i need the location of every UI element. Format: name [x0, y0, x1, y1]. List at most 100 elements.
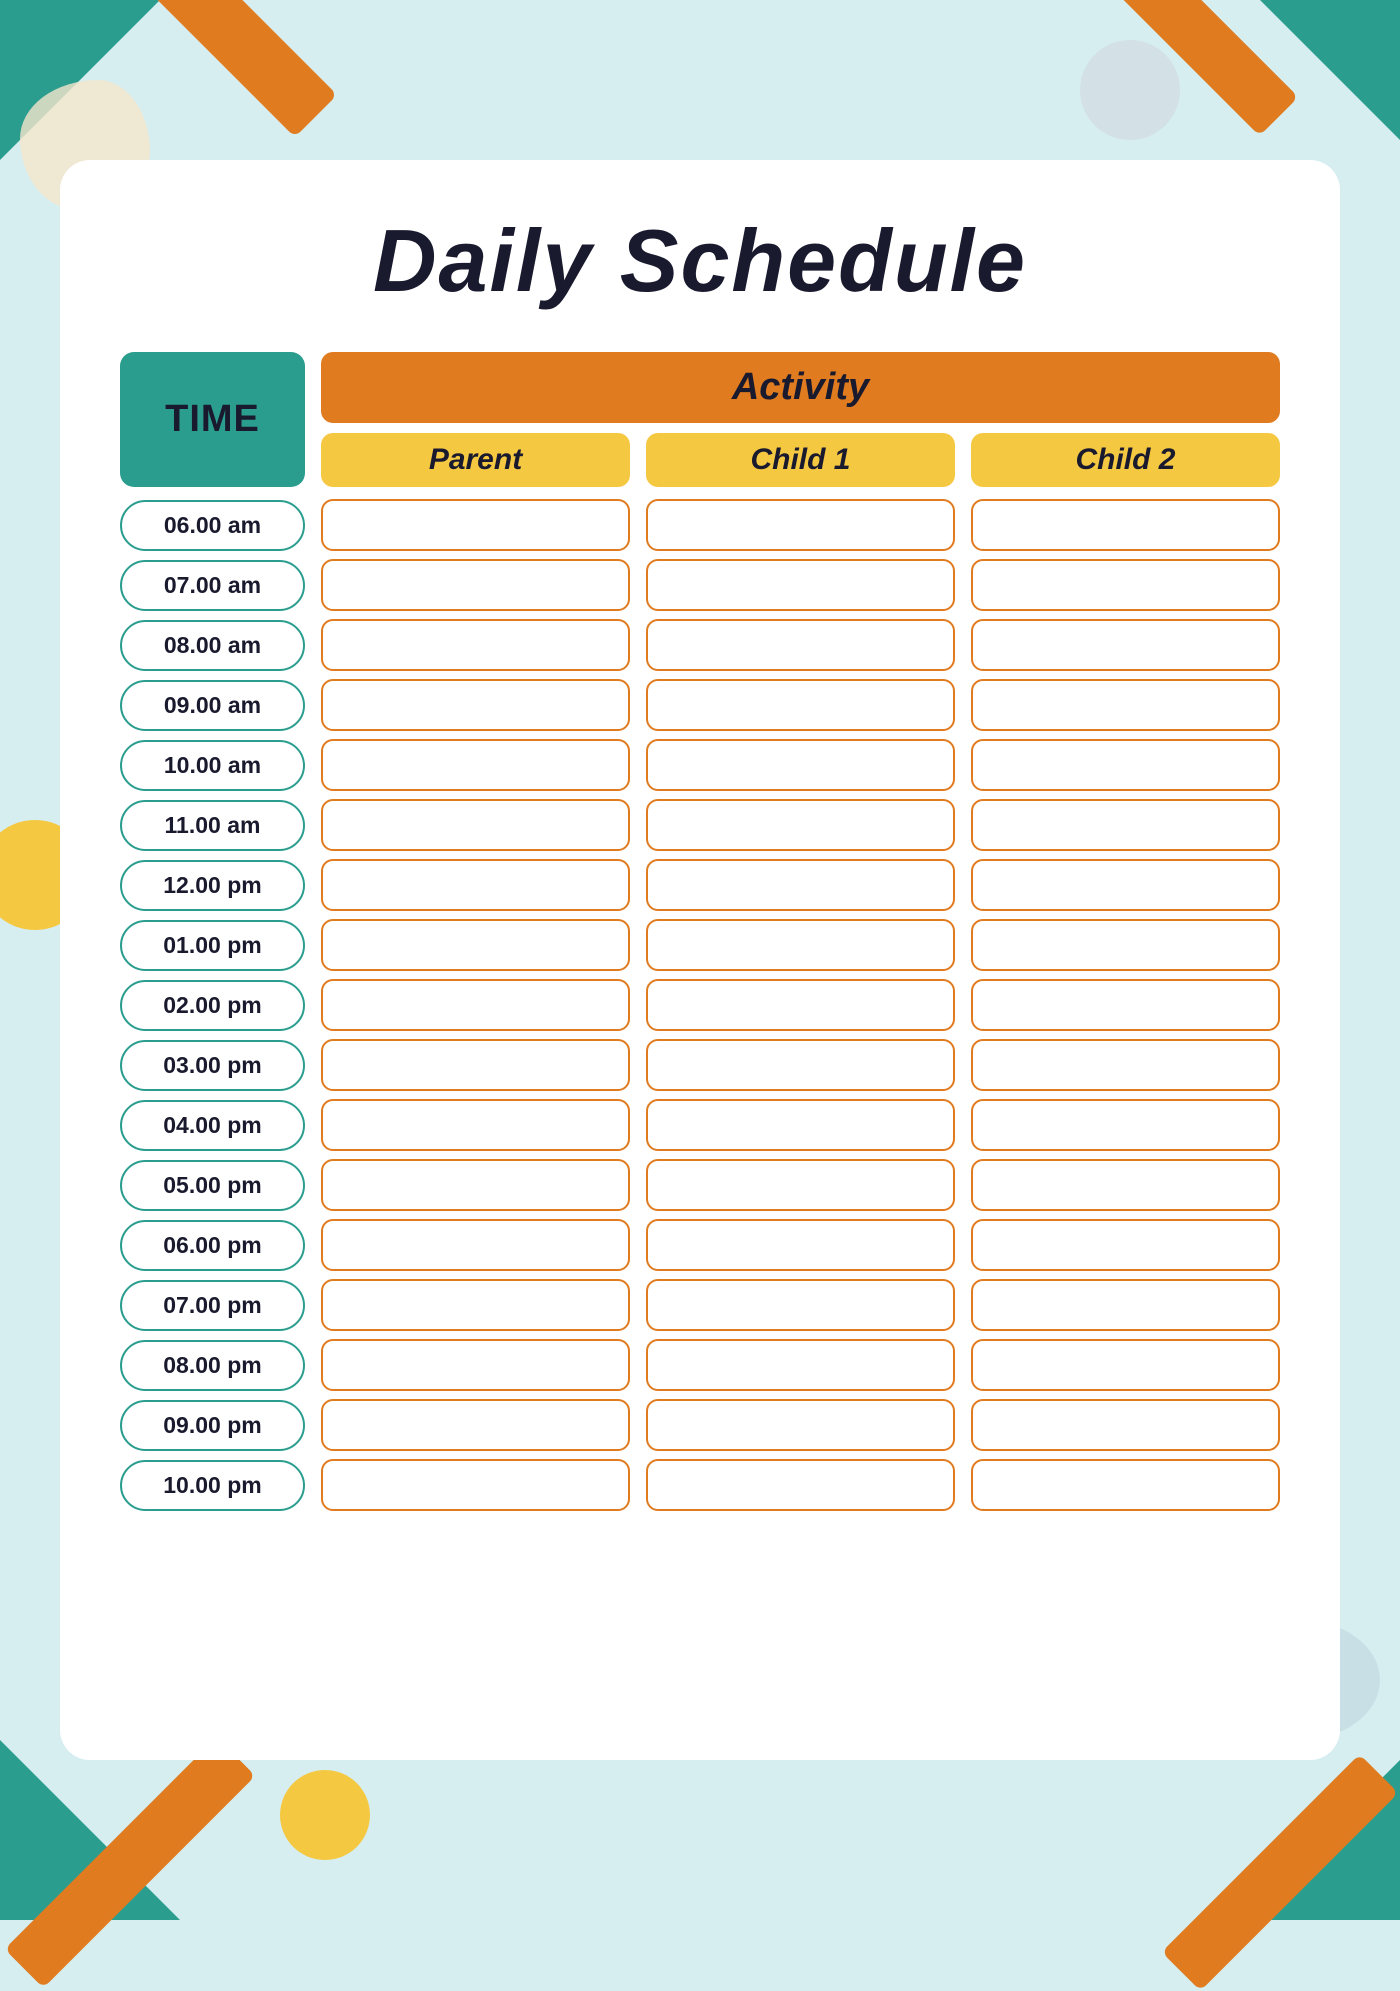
- activity-cell-9-2[interactable]: [971, 1039, 1280, 1091]
- activity-cell-1-1[interactable]: [646, 559, 955, 611]
- time-badge-1: 07.00 am: [120, 560, 305, 611]
- time-badge-12: 06.00 pm: [120, 1220, 305, 1271]
- activity-cell-5-0[interactable]: [321, 799, 630, 851]
- row-cells-5: [321, 799, 1280, 851]
- time-row: 08.00 am: [120, 619, 1280, 671]
- activity-cell-3-2[interactable]: [971, 679, 1280, 731]
- activity-cell-1-0[interactable]: [321, 559, 630, 611]
- row-cells-0: [321, 499, 1280, 551]
- activity-cell-3-1[interactable]: [646, 679, 955, 731]
- row-cells-3: [321, 679, 1280, 731]
- row-cells-4: [321, 739, 1280, 791]
- col-header-child1-label: Child 1: [750, 443, 850, 476]
- title-area: Daily Schedule: [120, 210, 1280, 312]
- time-row: 03.00 pm: [120, 1039, 1280, 1091]
- time-badge-7: 01.00 pm: [120, 920, 305, 971]
- activity-cell-2-2[interactable]: [971, 619, 1280, 671]
- activity-cell-13-0[interactable]: [321, 1279, 630, 1331]
- activity-cell-16-2[interactable]: [971, 1459, 1280, 1511]
- time-badge-text-2: 08.00 am: [164, 632, 261, 658]
- activity-cell-13-2[interactable]: [971, 1279, 1280, 1331]
- activity-cell-2-0[interactable]: [321, 619, 630, 671]
- activity-cell-14-1[interactable]: [646, 1339, 955, 1391]
- time-badge-text-13: 07.00 pm: [163, 1292, 261, 1318]
- activity-cell-2-1[interactable]: [646, 619, 955, 671]
- schedule-container: TIME Activity Parent Child 1 Child 2: [120, 352, 1280, 1511]
- time-badge-15: 09.00 pm: [120, 1400, 305, 1451]
- activity-cell-13-1[interactable]: [646, 1279, 955, 1331]
- activity-cell-6-0[interactable]: [321, 859, 630, 911]
- time-badge-10: 04.00 pm: [120, 1100, 305, 1151]
- time-badge-14: 08.00 pm: [120, 1340, 305, 1391]
- time-badge-3: 09.00 am: [120, 680, 305, 731]
- activity-cell-9-0[interactable]: [321, 1039, 630, 1091]
- activity-cell-8-1[interactable]: [646, 979, 955, 1031]
- activity-cell-10-0[interactable]: [321, 1099, 630, 1151]
- time-badge-16: 10.00 pm: [120, 1460, 305, 1511]
- time-badge-text-1: 07.00 am: [164, 572, 261, 598]
- row-cells-8: [321, 979, 1280, 1031]
- activity-cell-4-2[interactable]: [971, 739, 1280, 791]
- col-headers: Parent Child 1 Child 2: [321, 433, 1280, 487]
- time-badge-text-0: 06.00 am: [164, 512, 261, 538]
- row-cells-15: [321, 1399, 1280, 1451]
- activity-cell-10-2[interactable]: [971, 1099, 1280, 1151]
- activity-cell-3-0[interactable]: [321, 679, 630, 731]
- activity-cell-15-2[interactable]: [971, 1399, 1280, 1451]
- time-row: 07.00 pm: [120, 1279, 1280, 1331]
- activity-cell-7-2[interactable]: [971, 919, 1280, 971]
- activity-cell-8-2[interactable]: [971, 979, 1280, 1031]
- bg-tl-orange: [83, 0, 338, 137]
- time-badge-text-16: 10.00 pm: [163, 1472, 261, 1498]
- activity-cell-11-0[interactable]: [321, 1159, 630, 1211]
- activity-cell-14-2[interactable]: [971, 1339, 1280, 1391]
- col-header-parent-label: Parent: [429, 443, 522, 476]
- activity-title-text: Activity: [732, 366, 869, 408]
- activity-cell-14-0[interactable]: [321, 1339, 630, 1391]
- activity-cell-9-1[interactable]: [646, 1039, 955, 1091]
- activity-cell-16-0[interactable]: [321, 1459, 630, 1511]
- row-cells-16: [321, 1459, 1280, 1511]
- row-cells-7: [321, 919, 1280, 971]
- activity-cell-5-1[interactable]: [646, 799, 955, 851]
- activity-cell-16-1[interactable]: [646, 1459, 955, 1511]
- row-cells-9: [321, 1039, 1280, 1091]
- activity-cell-8-0[interactable]: [321, 979, 630, 1031]
- time-badge-5: 11.00 am: [120, 800, 305, 851]
- time-badge-text-14: 08.00 pm: [163, 1352, 261, 1378]
- col-header-child2: Child 2: [971, 433, 1280, 487]
- bg-tr-teal: [1260, 0, 1400, 140]
- row-cells-11: [321, 1159, 1280, 1211]
- time-badge-text-11: 05.00 pm: [163, 1172, 261, 1198]
- blob-gray-top: [1080, 40, 1180, 140]
- activity-cell-11-2[interactable]: [971, 1159, 1280, 1211]
- bg-br-orange: [1162, 1754, 1399, 1991]
- activity-cell-10-1[interactable]: [646, 1099, 955, 1151]
- activity-cell-1-2[interactable]: [971, 559, 1280, 611]
- activity-cell-0-1[interactable]: [646, 499, 955, 551]
- activity-cell-7-1[interactable]: [646, 919, 955, 971]
- time-badge-text-12: 06.00 pm: [163, 1232, 261, 1258]
- activity-cell-4-1[interactable]: [646, 739, 955, 791]
- activity-cell-6-1[interactable]: [646, 859, 955, 911]
- activity-cell-5-2[interactable]: [971, 799, 1280, 851]
- col-header-child1: Child 1: [646, 433, 955, 487]
- activity-cell-12-2[interactable]: [971, 1219, 1280, 1271]
- activity-cell-4-0[interactable]: [321, 739, 630, 791]
- time-row: 01.00 pm: [120, 919, 1280, 971]
- activity-cell-0-0[interactable]: [321, 499, 630, 551]
- col-header-child2-label: Child 2: [1075, 443, 1175, 476]
- time-badge-0: 06.00 am: [120, 500, 305, 551]
- time-row: 10.00 am: [120, 739, 1280, 791]
- activity-cell-7-0[interactable]: [321, 919, 630, 971]
- activity-cell-12-1[interactable]: [646, 1219, 955, 1271]
- activity-cell-15-1[interactable]: [646, 1399, 955, 1451]
- activity-cell-15-0[interactable]: [321, 1399, 630, 1451]
- activity-cell-0-2[interactable]: [971, 499, 1280, 551]
- time-badge-6: 12.00 pm: [120, 860, 305, 911]
- time-badge-text-4: 10.00 am: [164, 752, 261, 778]
- time-badge-2: 08.00 am: [120, 620, 305, 671]
- activity-cell-12-0[interactable]: [321, 1219, 630, 1271]
- activity-cell-6-2[interactable]: [971, 859, 1280, 911]
- activity-cell-11-1[interactable]: [646, 1159, 955, 1211]
